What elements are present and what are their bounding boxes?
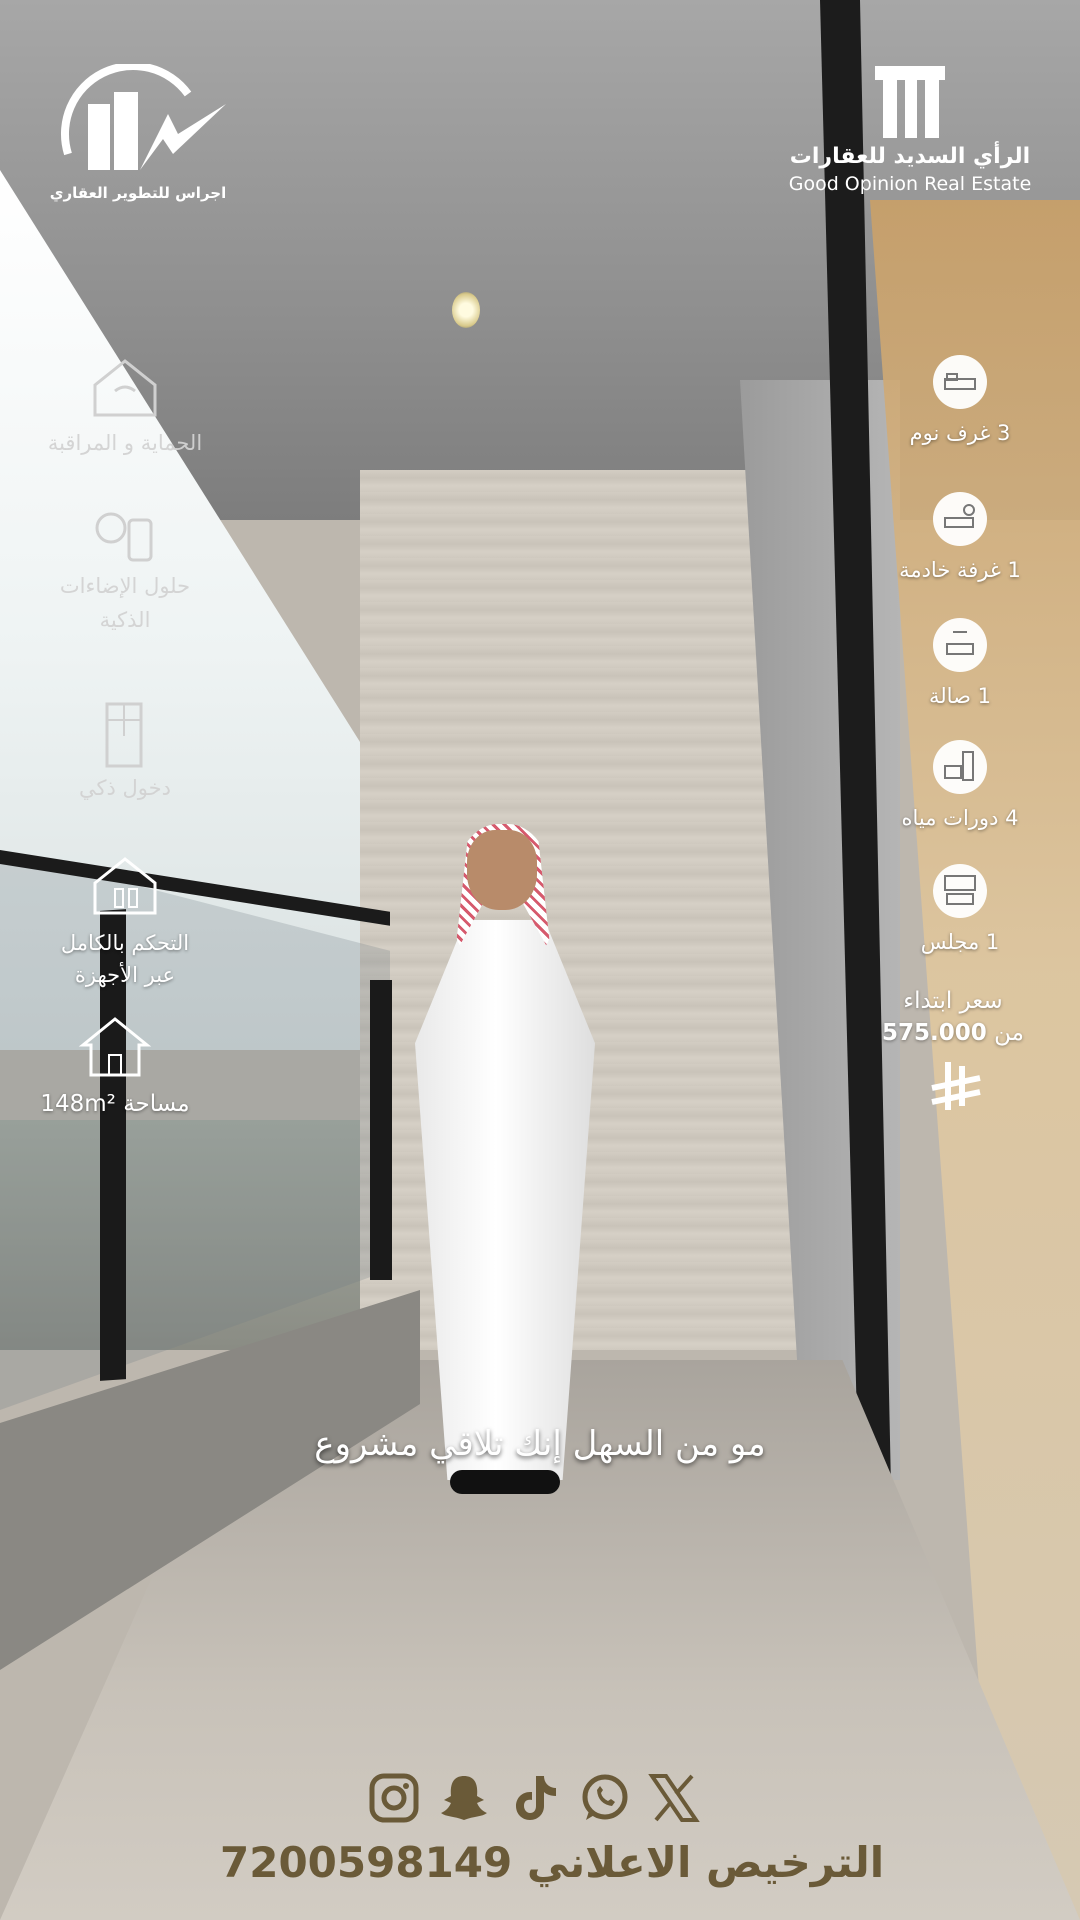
smart-lighting-icon	[85, 494, 165, 564]
price-value: 575.000	[882, 1020, 987, 1046]
bathroom-icon	[933, 740, 987, 794]
house-icon	[75, 1015, 155, 1085]
control-label-line1: التحكم بالكامل	[60, 931, 190, 955]
ceiling-light	[452, 292, 480, 328]
living-room-icon	[933, 618, 987, 672]
x-icon[interactable]	[648, 1772, 700, 1824]
license-label: الترخيص الاعلاني	[526, 1838, 885, 1887]
smart-control-icon	[85, 855, 165, 925]
snapchat-icon[interactable]	[438, 1772, 490, 1824]
ad-license: 7200598149 الترخيص الاعلاني	[220, 1838, 884, 1887]
price-label: سعر ابتداء	[903, 988, 1003, 1014]
developer-logo-text: اجراس للتطوير العقاري	[49, 184, 227, 202]
majlis-label: مجلس	[920, 930, 980, 954]
developer-logo: اجراس للتطوير العقاري	[48, 64, 228, 204]
maid-room-icon	[933, 492, 987, 546]
bed-icon	[933, 355, 987, 409]
presenter	[395, 824, 615, 1494]
bathrooms-count: 4	[1005, 806, 1019, 830]
security-label: الحماية و المراقبة	[47, 431, 203, 455]
thobe	[415, 920, 595, 1480]
video-caption: مو من السهل إنك تلاقي مشروع	[314, 1424, 766, 1464]
bathrooms-label: دورات مياه	[901, 806, 999, 830]
whatsapp-icon[interactable]	[578, 1772, 630, 1824]
saudi-riyal-icon	[928, 1058, 984, 1118]
bells-logo-icon	[60, 64, 226, 170]
face	[467, 830, 537, 910]
instagram-icon[interactable]	[368, 1772, 420, 1824]
maid-room-label: غرفة خادمة	[899, 558, 1001, 582]
railing-post	[370, 980, 392, 1280]
feature-area: مساحة 148m²	[25, 1015, 205, 1117]
majlis-count: 1	[985, 930, 1000, 954]
lighting-label-line1: حلول الإضاءات	[59, 574, 191, 598]
tiktok-icon[interactable]	[508, 1772, 560, 1824]
bedrooms-label: غرف نوم	[909, 421, 991, 445]
maid-room-count: 1	[1007, 558, 1021, 582]
agency-logo: الرأي السديد للعقارات Good Opinion Real …	[780, 66, 1040, 195]
shoes	[450, 1470, 560, 1494]
feature-smart-lighting: حلول الإضاءات الذكية	[40, 494, 210, 632]
feature-bathrooms: 4 دورات مياه	[880, 740, 1040, 830]
feature-smart-entry: دخول ذكي	[40, 700, 210, 800]
control-label-line2: عبر الأجهزة	[74, 963, 176, 987]
agency-name-en: Good Opinion Real Estate	[788, 173, 1032, 195]
smart-entry-label: دخول ذكي	[79, 776, 171, 800]
feature-living-room: 1 صالة	[880, 618, 1040, 708]
area-unit: m²	[84, 1091, 116, 1117]
starting-price: سعر ابتداء من 575.000	[878, 985, 1028, 1049]
feature-security: الحماية و المراقبة	[40, 355, 210, 455]
bedrooms-count: 3	[997, 421, 1011, 445]
feature-maid-room: 1 غرفة خادمة	[880, 492, 1040, 582]
agency-mark-icon	[875, 66, 945, 138]
feature-smart-control: التحكم بالكامل عبر الأجهزة	[40, 855, 210, 987]
lighting-label-line2: الذكية	[99, 608, 151, 632]
living-room-count: 1	[977, 684, 991, 708]
feature-majlis: 1 مجلس	[880, 864, 1040, 954]
price-prefix: من	[994, 1020, 1024, 1046]
smart-entry-icon	[85, 700, 165, 770]
license-number: 7200598149	[220, 1838, 513, 1887]
feature-bedrooms: 3 غرف نوم	[880, 355, 1040, 445]
area-value: 148	[40, 1091, 85, 1117]
majlis-icon	[933, 864, 987, 918]
area-label: مساحة	[123, 1091, 190, 1117]
security-home-icon	[85, 355, 165, 425]
living-room-label: صالة	[929, 684, 971, 708]
social-icons	[368, 1772, 700, 1828]
agency-name-ar: الرأي السديد للعقارات	[789, 144, 1031, 169]
